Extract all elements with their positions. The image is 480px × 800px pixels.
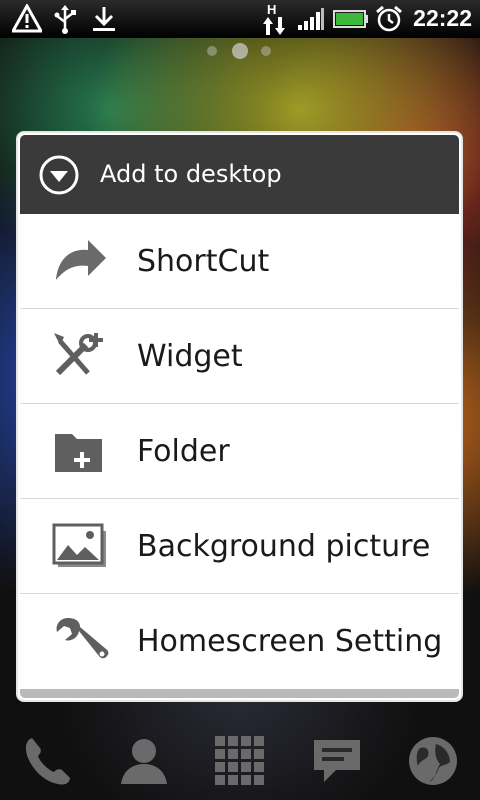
menu-item-label: ShortCut [137, 244, 270, 279]
menu-item-shortcut[interactable]: ShortCut [20, 214, 459, 309]
page-dot [261, 46, 271, 56]
page-dot [207, 46, 217, 56]
warning-icon [12, 4, 42, 33]
messages-icon[interactable] [310, 734, 364, 788]
contacts-icon[interactable] [117, 734, 171, 788]
wrench-icon [56, 618, 109, 659]
menu-item-widget[interactable]: Widget [20, 309, 459, 404]
page-dot-active [232, 43, 248, 59]
dialog-header: Add to desktop [20, 135, 459, 214]
folder-add-icon [55, 434, 102, 472]
alarm-icon [376, 5, 402, 32]
dropdown-circle-icon [39, 155, 79, 195]
menu-item-label: Widget [137, 339, 243, 374]
shortcut-arrow-icon [56, 240, 106, 280]
home-screen: H 22:22 Add to desktop ShortCut Widget F… [0, 0, 480, 800]
picture-icon [52, 523, 106, 567]
menu-item-label: Background picture [137, 529, 431, 564]
add-to-desktop-dialog: Add to desktop ShortCut Widget Folder Ba… [18, 133, 461, 700]
status-bar[interactable]: H 22:22 [0, 0, 480, 38]
data-transfer-icon: H [262, 2, 286, 36]
widget-tools-icon [54, 333, 103, 376]
menu-item-label: Homescreen Setting [137, 624, 443, 659]
dialog-title: Add to desktop [100, 160, 282, 188]
download-icon [93, 7, 115, 31]
status-clock: 22:22 [413, 5, 472, 31]
menu-item-background-picture[interactable]: Background picture [20, 499, 459, 594]
add-menu-list: ShortCut Widget Folder Background pictur… [20, 214, 459, 689]
browser-globe-icon[interactable] [406, 734, 460, 788]
phone-icon[interactable] [20, 734, 74, 788]
signal-icon [298, 8, 324, 30]
menu-item-homescreen-setting[interactable]: Homescreen Setting [20, 594, 459, 689]
app-drawer-icon[interactable] [213, 734, 267, 788]
network-type-label: H [267, 2, 277, 17]
home-dock [0, 720, 480, 800]
menu-item-folder[interactable]: Folder [20, 404, 459, 499]
battery-icon [333, 10, 368, 28]
usb-icon [54, 5, 76, 34]
dialog-bottom-bar [20, 689, 459, 698]
menu-item-label: Folder [137, 434, 230, 469]
page-indicator [205, 42, 275, 60]
